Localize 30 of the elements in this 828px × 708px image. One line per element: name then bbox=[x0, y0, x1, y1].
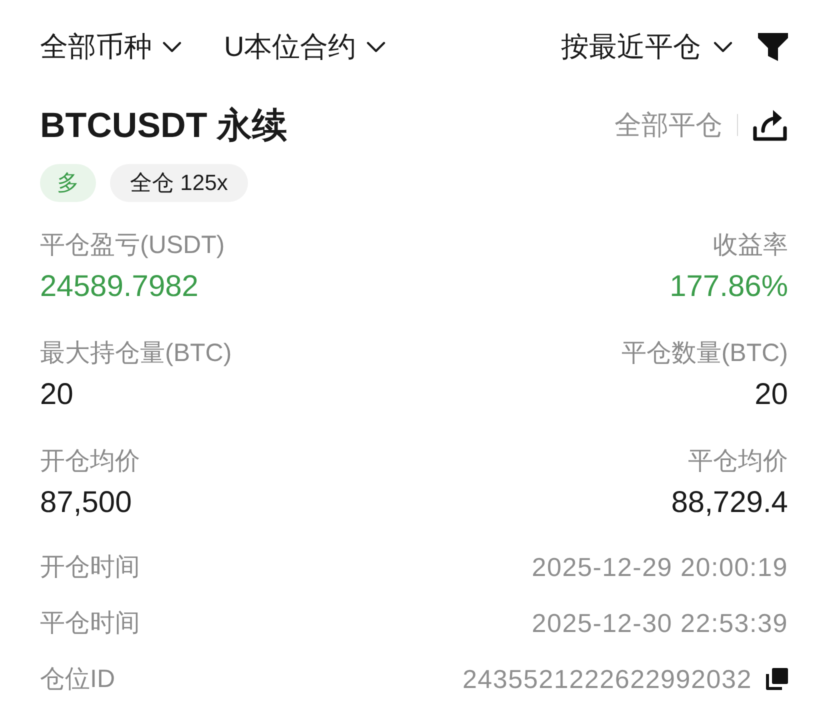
stat-label: 平仓盈亏(USDT) bbox=[40, 230, 225, 261]
long-tag: 多 bbox=[40, 164, 96, 202]
chevron-down-icon bbox=[162, 41, 182, 53]
position-title: BTCUSDT 永续 bbox=[40, 108, 287, 142]
detail-value: 2025-12-29 20:00:19 bbox=[532, 554, 788, 580]
stat-value: 24589.7982 bbox=[40, 269, 198, 305]
detail-value: 2025-12-30 22:53:39 bbox=[532, 610, 788, 636]
stat-label: 开仓均价 bbox=[40, 446, 140, 477]
share-icon[interactable] bbox=[752, 108, 788, 142]
margin-leverage-tag: 全仓 125x bbox=[110, 164, 248, 202]
stat-value: 177.86% bbox=[670, 269, 788, 305]
stat-value: 20 bbox=[40, 377, 74, 413]
detail-value: 2435521222622992032 bbox=[462, 666, 752, 692]
chevron-down-icon bbox=[713, 41, 733, 53]
filter-dropdown[interactable]: U本位合约 bbox=[224, 33, 386, 61]
stat-value: 20 bbox=[754, 377, 788, 413]
copy-icon[interactable] bbox=[766, 668, 788, 690]
stat-label: 最大持仓量(BTC) bbox=[40, 338, 232, 369]
detail-label: 开仓时间 bbox=[40, 554, 140, 580]
stat-label: 平仓数量(BTC) bbox=[621, 338, 788, 369]
detail-label: 仓位ID bbox=[40, 666, 115, 692]
chevron-down-icon bbox=[366, 41, 386, 53]
stat-label: 收益率 bbox=[713, 230, 788, 261]
filter-dropdown[interactable]: 全部币种 bbox=[40, 33, 182, 61]
detail-label: 平仓时间 bbox=[40, 610, 140, 636]
stat-value: 87,500 bbox=[40, 485, 132, 521]
stat-value: 88,729.4 bbox=[671, 485, 788, 521]
filter-icon[interactable] bbox=[758, 33, 788, 61]
sort-dropdown[interactable]: 按最近平仓 bbox=[561, 33, 733, 61]
stat-label: 平仓均价 bbox=[688, 446, 788, 477]
